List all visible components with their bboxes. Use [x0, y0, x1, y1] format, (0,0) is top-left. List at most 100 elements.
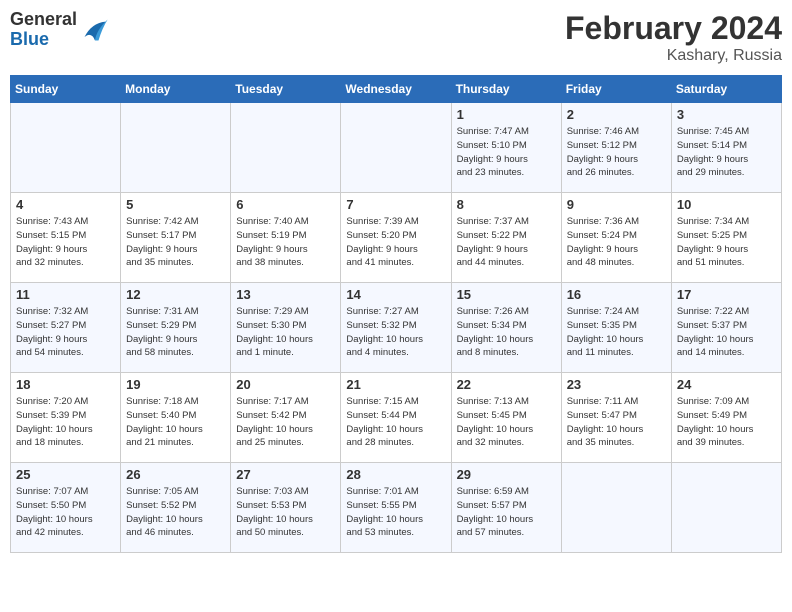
day-info: Sunrise: 7:11 AMSunset: 5:47 PMDaylight:…	[567, 395, 666, 450]
day-number: 25	[16, 467, 115, 482]
day-info: Sunrise: 7:29 AMSunset: 5:30 PMDaylight:…	[236, 305, 335, 360]
day-number: 11	[16, 287, 115, 302]
calendar-cell: 25 Sunrise: 7:07 AMSunset: 5:50 PMDayligh…	[11, 463, 121, 553]
logo-general: General	[10, 10, 77, 30]
calendar-cell: 2 Sunrise: 7:46 AMSunset: 5:12 PMDaylight…	[561, 103, 671, 193]
day-info: Sunrise: 7:15 AMSunset: 5:44 PMDaylight:…	[346, 395, 445, 450]
calendar-cell: 27Sunrise: 7:03 AMSunset: 5:53 PMDayligh…	[231, 463, 341, 553]
calendar-cell: 7Sunrise: 7:39 AMSunset: 5:20 PMDaylight…	[341, 193, 451, 283]
calendar-cell: 17 Sunrise: 7:22 AMSunset: 5:37 PMDayligh…	[671, 283, 781, 373]
day-info: Sunrise: 7:26 AMSunset: 5:34 PMDaylight:…	[457, 305, 556, 360]
calendar-cell: 6 Sunrise: 7:40 AMSunset: 5:19 PMDaylight…	[231, 193, 341, 283]
day-info: Sunrise: 7:07 AMSunset: 5:50 PMDaylight:…	[16, 485, 115, 540]
calendar-cell	[341, 103, 451, 193]
day-number: 16	[567, 287, 666, 302]
day-number: 13	[236, 287, 335, 302]
calendar-cell	[231, 103, 341, 193]
day-info: Sunrise: 7:34 AMSunset: 5:25 PMDaylight:…	[677, 215, 776, 270]
day-number: 19	[126, 377, 225, 392]
day-number: 1	[457, 107, 556, 122]
day-number: 29	[457, 467, 556, 482]
day-info: Sunrise: 7:32 AMSunset: 5:27 PMDaylight:…	[16, 305, 115, 360]
day-info: Sunrise: 7:18 AMSunset: 5:40 PMDaylight:…	[126, 395, 225, 450]
day-number: 4	[16, 197, 115, 212]
day-info: Sunrise: 7:43 AMSunset: 5:15 PMDaylight:…	[16, 215, 115, 270]
logo: General Blue	[10, 10, 109, 50]
weekday-header-row: SundayMondayTuesdayWednesdayThursdayFrid…	[11, 76, 782, 103]
day-number: 7	[346, 197, 445, 212]
calendar-week-row: 25 Sunrise: 7:07 AMSunset: 5:50 PMDayligh…	[11, 463, 782, 553]
day-info: Sunrise: 7:47 AMSunset: 5:10 PMDaylight:…	[457, 125, 556, 180]
calendar-cell: 10Sunrise: 7:34 AMSunset: 5:25 PMDayligh…	[671, 193, 781, 283]
calendar-cell: 14 Sunrise: 7:27 AMSunset: 5:32 PMDayligh…	[341, 283, 451, 373]
day-number: 17	[677, 287, 776, 302]
calendar-cell: 18 Sunrise: 7:20 AMSunset: 5:39 PMDayligh…	[11, 373, 121, 463]
calendar-week-row: 11 Sunrise: 7:32 AMSunset: 5:27 PMDayligh…	[11, 283, 782, 373]
weekday-header-thursday: Thursday	[451, 76, 561, 103]
calendar-week-row: 18 Sunrise: 7:20 AMSunset: 5:39 PMDayligh…	[11, 373, 782, 463]
calendar-cell: 16Sunrise: 7:24 AMSunset: 5:35 PMDayligh…	[561, 283, 671, 373]
calendar-cell	[671, 463, 781, 553]
day-number: 5	[126, 197, 225, 212]
month-year-title: February 2024	[565, 10, 782, 47]
day-number: 26	[126, 467, 225, 482]
logo-text: General Blue	[10, 10, 77, 50]
calendar-cell: 8Sunrise: 7:37 AMSunset: 5:22 PMDaylight…	[451, 193, 561, 283]
calendar-week-row: 1 Sunrise: 7:47 AMSunset: 5:10 PMDaylight…	[11, 103, 782, 193]
calendar-cell: 19 Sunrise: 7:18 AMSunset: 5:40 PMDayligh…	[121, 373, 231, 463]
day-info: Sunrise: 7:31 AMSunset: 5:29 PMDaylight:…	[126, 305, 225, 360]
calendar-cell: 4 Sunrise: 7:43 AMSunset: 5:15 PMDaylight…	[11, 193, 121, 283]
day-number: 9	[567, 197, 666, 212]
day-info: Sunrise: 7:27 AMSunset: 5:32 PMDaylight:…	[346, 305, 445, 360]
day-number: 8	[457, 197, 556, 212]
calendar-cell: 1 Sunrise: 7:47 AMSunset: 5:10 PMDaylight…	[451, 103, 561, 193]
day-number: 22	[457, 377, 556, 392]
calendar-cell: 3Sunrise: 7:45 AMSunset: 5:14 PMDaylight…	[671, 103, 781, 193]
day-number: 12	[126, 287, 225, 302]
day-number: 2	[567, 107, 666, 122]
day-info: Sunrise: 7:42 AMSunset: 5:17 PMDaylight:…	[126, 215, 225, 270]
calendar-cell: 24 Sunrise: 7:09 AMSunset: 5:49 PMDayligh…	[671, 373, 781, 463]
day-number: 24	[677, 377, 776, 392]
day-info: Sunrise: 7:40 AMSunset: 5:19 PMDaylight:…	[236, 215, 335, 270]
calendar-cell: 28 Sunrise: 7:01 AMSunset: 5:55 PMDayligh…	[341, 463, 451, 553]
day-number: 28	[346, 467, 445, 482]
day-number: 6	[236, 197, 335, 212]
calendar-table: SundayMondayTuesdayWednesdayThursdayFrid…	[10, 75, 782, 553]
day-number: 18	[16, 377, 115, 392]
day-info: Sunrise: 7:45 AMSunset: 5:14 PMDaylight:…	[677, 125, 776, 180]
weekday-header-saturday: Saturday	[671, 76, 781, 103]
calendar-cell: 23 Sunrise: 7:11 AMSunset: 5:47 PMDayligh…	[561, 373, 671, 463]
weekday-header-wednesday: Wednesday	[341, 76, 451, 103]
day-info: Sunrise: 7:20 AMSunset: 5:39 PMDaylight:…	[16, 395, 115, 450]
day-info: Sunrise: 7:46 AMSunset: 5:12 PMDaylight:…	[567, 125, 666, 180]
day-info: Sunrise: 6:59 AMSunset: 5:57 PMDaylight:…	[457, 485, 556, 540]
calendar-cell	[11, 103, 121, 193]
day-info: Sunrise: 7:13 AMSunset: 5:45 PMDaylight:…	[457, 395, 556, 450]
location-subtitle: Kashary, Russia	[565, 47, 782, 65]
calendar-cell: 12 Sunrise: 7:31 AMSunset: 5:29 PMDayligh…	[121, 283, 231, 373]
calendar-cell: 26 Sunrise: 7:05 AMSunset: 5:52 PMDayligh…	[121, 463, 231, 553]
calendar-cell: 15 Sunrise: 7:26 AMSunset: 5:34 PMDayligh…	[451, 283, 561, 373]
calendar-cell	[561, 463, 671, 553]
day-info: Sunrise: 7:09 AMSunset: 5:49 PMDaylight:…	[677, 395, 776, 450]
calendar-cell: 9 Sunrise: 7:36 AMSunset: 5:24 PMDaylight…	[561, 193, 671, 283]
day-info: Sunrise: 7:22 AMSunset: 5:37 PMDaylight:…	[677, 305, 776, 360]
calendar-cell: 21 Sunrise: 7:15 AMSunset: 5:44 PMDayligh…	[341, 373, 451, 463]
day-number: 23	[567, 377, 666, 392]
day-info: Sunrise: 7:01 AMSunset: 5:55 PMDaylight:…	[346, 485, 445, 540]
day-number: 21	[346, 377, 445, 392]
calendar-week-row: 4 Sunrise: 7:43 AMSunset: 5:15 PMDaylight…	[11, 193, 782, 283]
calendar-cell: 29 Sunrise: 6:59 AMSunset: 5:57 PMDayligh…	[451, 463, 561, 553]
weekday-header-friday: Friday	[561, 76, 671, 103]
day-number: 15	[457, 287, 556, 302]
page-header: General Blue February 2024 Kashary, Russ…	[10, 10, 782, 65]
day-number: 20	[236, 377, 335, 392]
day-info: Sunrise: 7:05 AMSunset: 5:52 PMDaylight:…	[126, 485, 225, 540]
calendar-cell	[121, 103, 231, 193]
day-info: Sunrise: 7:36 AMSunset: 5:24 PMDaylight:…	[567, 215, 666, 270]
title-block: February 2024 Kashary, Russia	[565, 10, 782, 65]
calendar-cell: 22 Sunrise: 7:13 AMSunset: 5:45 PMDayligh…	[451, 373, 561, 463]
day-number: 14	[346, 287, 445, 302]
logo-blue: Blue	[10, 30, 77, 50]
